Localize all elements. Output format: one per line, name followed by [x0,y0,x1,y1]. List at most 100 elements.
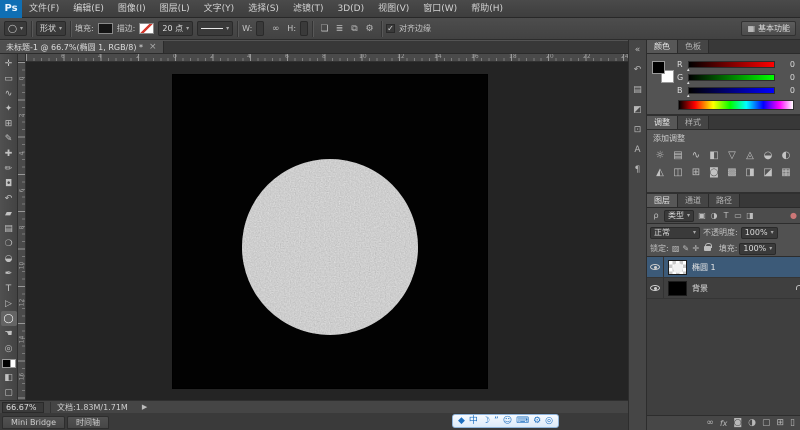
document-canvas[interactable] [173,75,487,388]
filter-toggle-icon[interactable]: ● [790,211,797,220]
eyedropper-tool[interactable]: ✎ [1,131,17,146]
move-tool[interactable]: ✛ [1,56,17,71]
ime-punctuation-icon[interactable]: ” [494,415,499,427]
eraser-tool[interactable]: ▰ [1,206,17,221]
lock-position-icon[interactable]: ✛ [691,243,701,255]
menu-item[interactable]: 3D(D) [330,0,371,18]
hand-tool[interactable]: ☚ [1,326,17,341]
menu-item[interactable]: 滤镜(T) [286,0,331,18]
blur-tool[interactable]: ❍ [1,236,17,251]
ime-cn-mode-icon[interactable]: 中 [469,415,478,427]
brush-tool[interactable]: ✏ [1,161,17,176]
dodge-tool[interactable]: ◒ [1,251,17,266]
opacity-field[interactable]: 100% ▾ [740,226,778,239]
exposure-icon[interactable]: ◧ [705,147,723,164]
type-tool[interactable]: T [1,281,17,296]
gear-icon[interactable]: ⚙ [362,21,377,36]
stroke-width-field[interactable]: 20 点 ▾ [158,21,194,36]
path-selection-tool[interactable]: ▷ [1,296,17,311]
channel-mixer-icon[interactable]: ◫ [669,164,687,181]
photo-filter-icon[interactable]: ◭ [651,164,669,181]
screen-mode-icon[interactable]: ▢ [1,385,17,400]
quick-mask-icon[interactable]: ◧ [1,370,17,385]
tab-mini-bridge[interactable]: Mini Bridge [2,415,66,429]
history-brush-tool[interactable]: ↶ [1,191,17,206]
marquee-tool[interactable]: ▭ [1,71,17,86]
color-spectrum-ramp[interactable] [678,100,794,110]
filter-pixel-layers-icon[interactable]: ▣ [696,210,708,222]
status-options-icon[interactable]: ▶ [142,403,147,411]
menu-item[interactable]: 编辑(E) [66,0,111,18]
lock-all-icon[interactable] [703,243,713,255]
canvas-viewport[interactable] [26,62,628,400]
tab-paths[interactable]: 路径 [709,194,740,207]
posterize-icon[interactable]: ▩ [723,164,741,181]
layer-visibility-toggle[interactable] [647,278,664,298]
blend-mode-select[interactable]: 正常 ▾ [650,226,700,239]
zoom-tool[interactable]: ◎ [1,341,17,356]
tab-adjustments[interactable]: 调整 [647,116,678,129]
slider-thumb-icon[interactable]: ▴ [687,80,690,86]
black-white-icon[interactable]: ◐ [777,147,795,164]
ime-keyboard-icon[interactable]: ⌨ [516,415,529,427]
filter-shape-layers-icon[interactable]: ▭ [732,210,744,222]
menu-item[interactable]: 帮助(H) [464,0,510,18]
zoom-level-field[interactable]: 66.67% [2,401,44,413]
healing-brush-tool[interactable]: ✚ [1,146,17,161]
menu-item[interactable]: 选择(S) [241,0,286,18]
collapse-panels-icon[interactable]: « [631,43,645,56]
height-input[interactable] [300,21,309,36]
quick-selection-tool[interactable]: ✦ [1,101,17,116]
vibrance-icon[interactable]: ▽ [723,147,741,164]
layer-style-icon[interactable]: fx [720,417,728,430]
fill-color-swatch[interactable] [97,23,113,34]
menu-item[interactable]: 文件(F) [22,0,66,18]
hue-saturation-icon[interactable]: ◬ [741,147,759,164]
crop-tool[interactable]: ⊞ [1,116,17,131]
menu-item[interactable]: 图层(L) [153,0,197,18]
slider-thumb-icon[interactable]: ▴ [687,93,690,99]
levels-icon[interactable]: ▤ [669,147,687,164]
delete-layer-icon[interactable]: ▯ [790,417,795,430]
stroke-type-select[interactable]: ▾ [197,21,234,36]
history-panel-icon[interactable]: ↶ [631,63,645,76]
threshold-icon[interactable]: ◨ [741,164,759,181]
paragraph-panel-icon[interactable]: ¶ [631,163,645,176]
menu-item[interactable]: 窗口(W) [416,0,464,18]
workspace-switcher[interactable]: ▦ 基本功能 [741,21,796,36]
gradient-map-icon[interactable]: ▦ [777,164,795,181]
ime-search-icon[interactable]: ◎ [545,415,553,427]
character-panel-icon[interactable]: A [631,143,645,156]
selective-color-icon[interactable]: ◪ [759,164,777,181]
layer-filter-type-select[interactable]: 类型 ▾ [664,209,695,222]
menu-item[interactable]: 视图(V) [371,0,416,18]
tool-mode-select[interactable]: 形状 ▾ [35,21,66,36]
align-edges-checkbox[interactable]: ✓ [386,24,396,33]
channel-slider[interactable]: ▴ [687,87,775,99]
menu-item[interactable]: 文字(Y) [197,0,242,18]
path-operations-icon[interactable]: ❏ [317,21,332,36]
tab-layers[interactable]: 图层 [647,194,678,207]
filter-type-layers-icon[interactable]: T [720,210,732,222]
close-tab-icon[interactable]: × [149,42,157,52]
path-align-icon[interactable]: ≣ [332,21,347,36]
layer-thumbnail[interactable] [668,280,687,296]
layer-group-icon[interactable]: ▢ [762,417,771,430]
lock-transparency-icon[interactable]: ▨ [671,243,681,255]
slider-thumb-icon[interactable]: ▴ [687,67,690,73]
layer-thumbnail[interactable] [668,259,687,275]
ime-logo-icon[interactable]: ◆ [458,415,465,427]
color-lookup-icon[interactable]: ⊞ [687,164,705,181]
foreground-color-swatch[interactable] [652,61,665,74]
pen-tool[interactable]: ✒ [1,266,17,281]
gradient-tool[interactable]: ▤ [1,221,17,236]
ime-settings-icon[interactable]: ⚙ [533,415,541,427]
tab-styles[interactable]: 样式 [678,116,709,129]
layer-row[interactable]: 椭圆 1 [647,257,800,278]
layer-visibility-toggle[interactable] [647,257,664,277]
ime-halfwidth-icon[interactable]: ☽ [482,415,490,427]
layer-mask-icon[interactable]: ◙ [733,417,742,430]
invert-icon[interactable]: ◙ [705,164,723,181]
tab-channels[interactable]: 通道 [678,194,709,207]
link-dimensions-icon[interactable]: ∞ [268,21,283,36]
